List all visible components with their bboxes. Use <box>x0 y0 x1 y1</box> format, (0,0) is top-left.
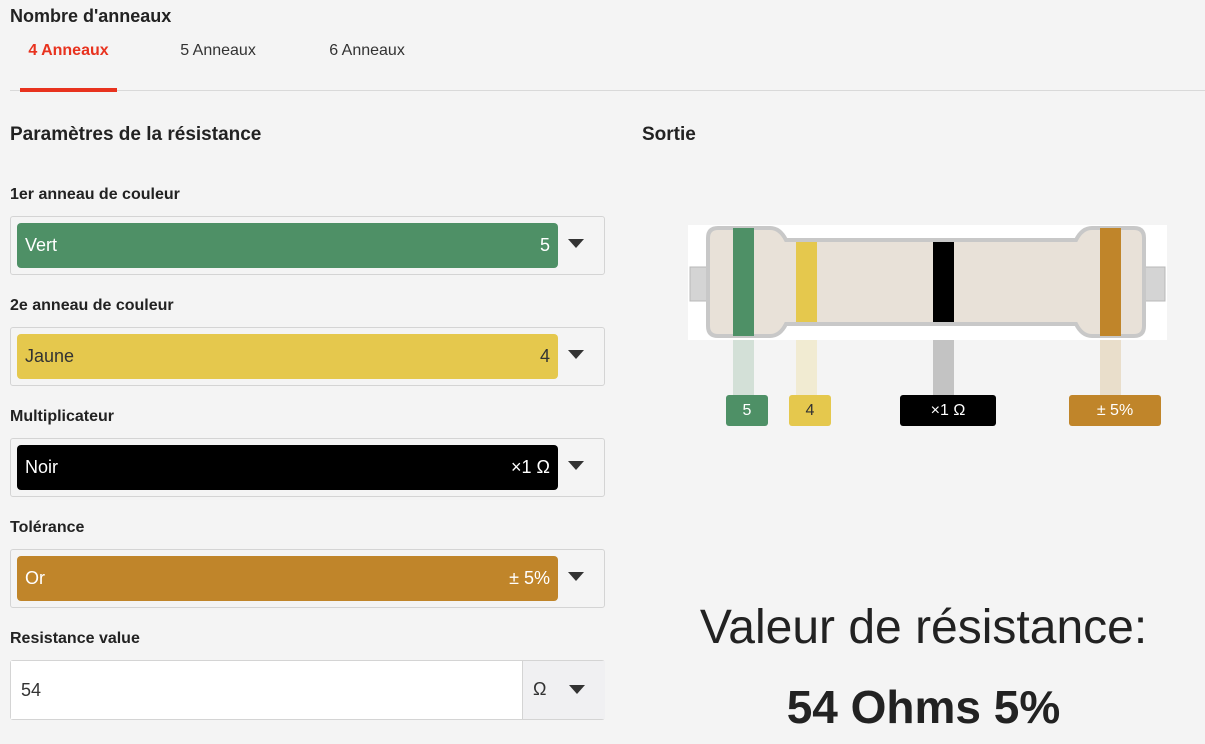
result-title: Valeur de résistance: <box>699 601 1148 654</box>
ring-count-tabs: 4 Anneaux 5 Anneaux 6 Anneaux <box>10 34 1205 92</box>
resistor-band-tolerance <box>1100 228 1121 336</box>
chevron-down-icon <box>568 572 584 581</box>
resistor-body <box>706 226 1146 338</box>
chevron-down-icon <box>569 685 585 694</box>
tab-6-rings[interactable]: 6 Anneaux <box>310 34 424 91</box>
resistor-band-2 <box>796 242 817 322</box>
band1-label: 1er anneau de couleur <box>10 186 180 203</box>
connector-band-tolerance <box>1100 340 1121 396</box>
band1-color-pill: Vert 5 <box>17 223 558 268</box>
resistor-diagram <box>688 225 1167 340</box>
multiplier-select[interactable]: Noir ×1 Ω <box>10 438 605 497</box>
band2-color-name: Jaune <box>25 346 75 366</box>
connector-band-1 <box>733 340 754 396</box>
multiplier-value: ×1 Ω <box>511 457 550 477</box>
band1-value: 5 <box>539 235 550 255</box>
result-value: 54 Ohms 5% <box>786 681 1061 733</box>
resistor-band-1 <box>733 228 754 336</box>
multiplier-output-label: ×1 Ω <box>900 395 996 426</box>
resistance-value-label: Resistance value <box>10 630 140 647</box>
band2-select[interactable]: Jaune 4 <box>10 327 605 386</box>
band1-output-label: 5 <box>726 395 768 426</box>
unit-value: Ω <box>533 679 547 699</box>
ring-count-title: Nombre d'anneaux <box>10 6 172 26</box>
multiplier-label: Multiplicateur <box>10 408 115 425</box>
band2-value: 4 <box>539 346 550 366</box>
chevron-down-icon <box>568 239 584 248</box>
band-connectors <box>733 340 1121 396</box>
multiplier-color-pill: Noir ×1 Ω <box>17 445 558 490</box>
tolerance-value: ± 5% <box>509 568 550 588</box>
multiplier-color-name: Noir <box>25 457 59 477</box>
resistance-value-input[interactable] <box>11 661 522 719</box>
tolerance-color-pill: Or ± 5% <box>17 556 558 601</box>
chevron-down-icon <box>568 461 584 470</box>
tolerance-select[interactable]: Or ± 5% <box>10 549 605 608</box>
tolerance-color-name: Or <box>25 568 45 588</box>
connector-band-multiplier <box>933 340 954 396</box>
tab-4-rings[interactable]: 4 Anneaux <box>20 34 117 92</box>
tab-5-rings[interactable]: 5 Anneaux <box>160 34 276 91</box>
band1-color-name: Vert <box>25 235 58 255</box>
resistor-lead-right <box>1142 266 1166 302</box>
tolerance-label: Tolérance <box>10 519 85 536</box>
resistor-band-multiplier <box>933 242 954 322</box>
connector-band-2 <box>796 340 817 396</box>
band2-label: 2e anneau de couleur <box>10 297 174 314</box>
params-title: Paramètres de la résistance <box>10 124 262 145</box>
output-title: Sortie <box>642 124 696 145</box>
resistance-value-group: Ω <box>10 660 605 720</box>
band2-output-label: 4 <box>789 395 831 426</box>
tolerance-output-label: ± 5% <box>1069 395 1161 426</box>
band2-color-pill: Jaune 4 <box>17 334 558 379</box>
unit-select[interactable]: Ω <box>522 661 605 719</box>
band1-select[interactable]: Vert 5 <box>10 216 605 275</box>
chevron-down-icon <box>568 350 584 359</box>
